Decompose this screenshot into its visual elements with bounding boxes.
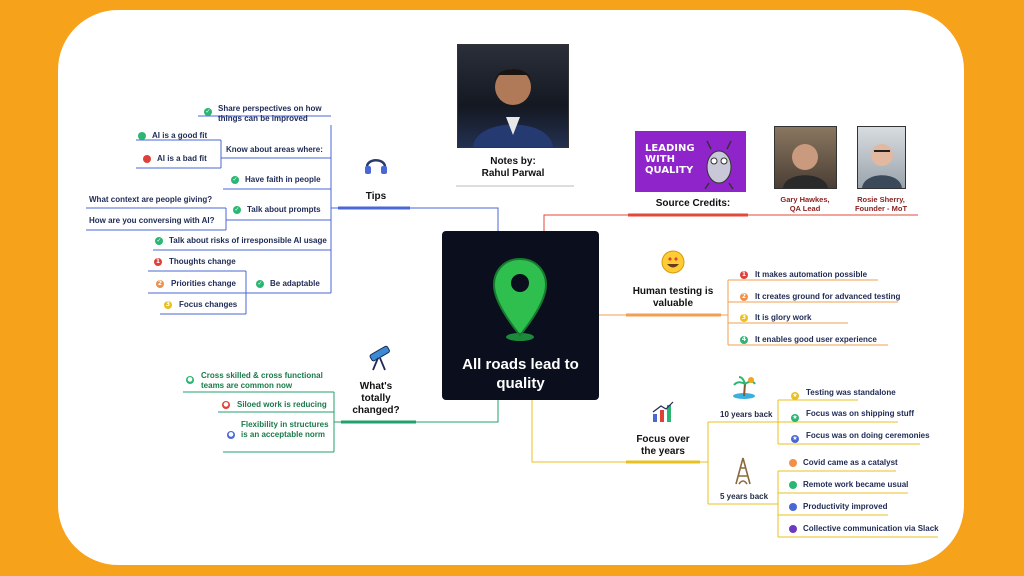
number-four-icon: 4 xyxy=(740,336,748,344)
person-icon: ● xyxy=(227,431,235,439)
check-icon: ✓ xyxy=(155,237,163,245)
location-pin-icon xyxy=(492,257,548,341)
credit-gary-role: QA Lead xyxy=(789,204,821,213)
tips-what-context[interactable]: What context are people giving? xyxy=(89,195,212,205)
tips-priorities-change[interactable]: Priorities change xyxy=(171,279,236,289)
person-silhouette-icon xyxy=(783,144,828,188)
tips-focus-changes[interactable]: Focus changes xyxy=(179,300,237,310)
human-glory-work[interactable]: It is glory work xyxy=(755,313,811,323)
notes-by-label: Notes by: xyxy=(490,156,536,167)
focus-topic[interactable]: Focus over the years xyxy=(628,434,698,458)
person-silhouette-icon xyxy=(473,69,553,147)
smiling-face-icon xyxy=(661,250,685,274)
green-dot-icon xyxy=(789,481,797,489)
changed-topic[interactable]: What's totally changed? xyxy=(346,381,406,417)
five-collective-communication[interactable]: Collective communication via Slack xyxy=(803,524,939,534)
number-two-icon: 2 xyxy=(156,280,164,288)
check-icon: ✓ xyxy=(204,108,212,116)
tips-talk-prompts[interactable]: Talk about prompts xyxy=(247,205,321,215)
star-icon: ★ xyxy=(791,392,799,400)
tips-share-perspectives[interactable]: Share perspectives on how things can be … xyxy=(218,104,328,124)
telescope-icon xyxy=(369,345,390,371)
credit-photo-rosie xyxy=(857,126,906,189)
tips-have-faith[interactable]: Have faith in people xyxy=(245,175,321,185)
changed-siloed-work[interactable]: Siloed work is reducing xyxy=(237,400,327,410)
ten-years-back-label[interactable]: 10 years back xyxy=(720,410,773,420)
human-topic[interactable]: Human testing is valuable xyxy=(628,286,718,310)
tips-ai-bad-fit[interactable]: AI is a bad fit xyxy=(157,154,207,164)
ten-ceremonies[interactable]: Focus was on doing ceremonies xyxy=(806,431,930,441)
central-node[interactable]: All roads lead to quality xyxy=(442,231,599,400)
changed-cross-skilled[interactable]: Cross skilled & cross functional teams a… xyxy=(201,371,329,391)
changed-flexibility[interactable]: Flexibility in structures is an acceptab… xyxy=(241,420,331,440)
ten-shipping-stuff[interactable]: Focus was on shipping stuff xyxy=(806,409,914,419)
green-dot-icon xyxy=(138,132,146,140)
number-three-icon: 3 xyxy=(740,314,748,322)
purple-dot-icon xyxy=(789,525,797,533)
author-photo xyxy=(457,44,569,148)
tips-talk-risks[interactable]: Talk about risks of irresponsible AI usa… xyxy=(169,236,327,246)
tips-ai-good-fit[interactable]: AI is a good fit xyxy=(152,131,207,141)
human-user-experience[interactable]: It enables good user experience xyxy=(755,335,877,345)
central-title: All roads lead to quality xyxy=(462,356,579,392)
notes-author-name: Rahul Parwal xyxy=(481,168,545,179)
island-palm-icon xyxy=(733,376,756,399)
logo-lettering: LEADING WITH QUALITY xyxy=(645,143,695,176)
bar-chart-icon xyxy=(652,401,674,422)
tips-know-areas[interactable]: Know about areas where: xyxy=(226,145,323,155)
five-years-back-label[interactable]: 5 years back xyxy=(720,492,768,502)
five-remote-work[interactable]: Remote work became usual xyxy=(803,480,908,490)
credit-rosie-name: Rosie Sherry, xyxy=(857,195,905,204)
credit-gary-name: Gary Hawkes, xyxy=(780,195,830,204)
leading-with-quality-logo: LEADING WITH QUALITY xyxy=(635,131,746,192)
credit-photo-gary xyxy=(774,126,837,189)
check-icon: ✓ xyxy=(233,206,241,214)
person-silhouette-icon xyxy=(862,144,902,188)
source-credits-title: Source Credits: xyxy=(655,198,731,209)
number-one-icon: 1 xyxy=(740,271,748,279)
tips-topic[interactable]: Tips xyxy=(353,191,399,203)
number-three-icon: 3 xyxy=(164,301,172,309)
tips-be-adaptable[interactable]: Be adaptable xyxy=(270,279,320,289)
ten-testing-standalone[interactable]: Testing was standalone xyxy=(806,388,896,398)
five-productivity[interactable]: Productivity improved xyxy=(803,502,887,512)
human-advanced-testing[interactable]: It creates ground for advanced testing xyxy=(755,292,900,302)
red-dot-icon xyxy=(143,155,151,163)
orange-dot-icon xyxy=(789,459,797,467)
number-two-icon: 2 xyxy=(740,293,748,301)
person-icon: ● xyxy=(222,401,230,409)
person-icon: ● xyxy=(186,376,194,384)
credit-rosie-role: Founder - MoT xyxy=(854,204,908,213)
five-covid-catalyst[interactable]: Covid came as a catalyst xyxy=(803,458,898,468)
headset-icon xyxy=(365,159,387,174)
check-icon: ✓ xyxy=(256,280,264,288)
mindmap-canvas: All roads lead to quality Notes by: Rahu… xyxy=(58,10,964,565)
blue-dot-icon xyxy=(789,503,797,511)
tips-how-conversing[interactable]: How are you conversing with AI? xyxy=(89,216,215,226)
star-icon: ★ xyxy=(791,435,799,443)
robot-mascot-icon xyxy=(704,140,734,189)
check-icon: ✓ xyxy=(231,176,239,184)
eiffel-tower-icon xyxy=(735,457,751,485)
human-automation-possible[interactable]: It makes automation possible xyxy=(755,270,867,280)
tips-thoughts-change[interactable]: Thoughts change xyxy=(169,257,236,267)
number-one-icon: 1 xyxy=(154,258,162,266)
star-icon: ★ xyxy=(791,414,799,422)
